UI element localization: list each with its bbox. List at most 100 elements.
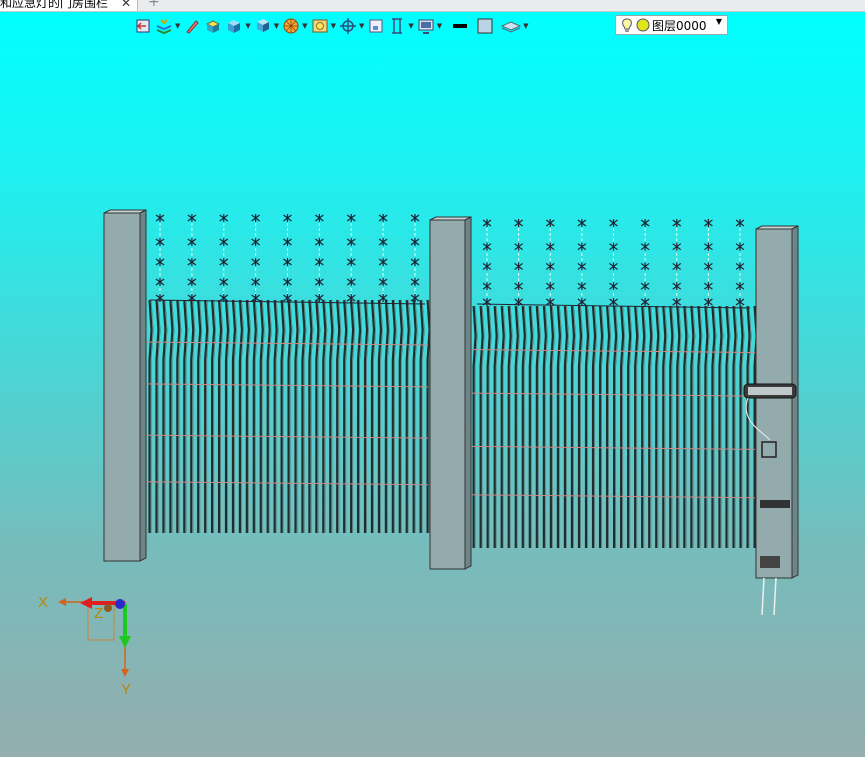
close-icon[interactable]: ✕ [121, 0, 131, 11]
fit-window-button[interactable] [367, 16, 385, 36]
color-swatch-icon [477, 18, 493, 34]
line-weight-button[interactable] [451, 16, 469, 36]
left-barbed-barb [346, 258, 356, 266]
pen-button[interactable] [183, 16, 201, 36]
box-button[interactable] [204, 16, 222, 36]
chevron-down-icon: ▼ [245, 22, 251, 30]
left-barbed-barb [346, 294, 356, 302]
chevron-down-icon: ▼ [408, 22, 414, 30]
chevron-down-icon: ▼ [175, 22, 181, 30]
cube-view-icon [256, 19, 269, 32]
left-barbed-barb [410, 278, 420, 286]
document-tab[interactable]: 和应急灯的门房围栏 ✕ [0, 0, 138, 11]
render-button[interactable]: ▼ [282, 16, 308, 36]
layer-color-icon [636, 18, 650, 32]
left-barbed-barb [251, 238, 260, 246]
x-axis-arrow [58, 598, 66, 606]
layer-select[interactable]: 图层0000 ▼ [615, 15, 728, 35]
right-barbed-barb [704, 242, 713, 251]
cube-icon [228, 20, 241, 33]
left-barbed-barb [219, 214, 229, 222]
left-barbed-barb [283, 258, 292, 266]
picture-frame-button[interactable]: ▼ [311, 16, 336, 36]
right-barbed-barb [704, 262, 713, 271]
origin-marker [104, 604, 112, 612]
chevron-down-icon: ▼ [436, 22, 443, 30]
right-post-side [791, 225, 799, 579]
layer-plane-icon [501, 21, 522, 33]
left-barbed-barb [315, 258, 324, 266]
cube-button[interactable]: ▼ [225, 16, 251, 36]
right-post [755, 228, 793, 579]
picture-frame-icon [312, 19, 328, 33]
left-barbed-barb [346, 278, 356, 286]
y-axis-green-arrow [119, 636, 131, 648]
emergency-light-lens [748, 387, 792, 395]
right-barbed-barb [609, 219, 618, 227]
chevron-down-icon: ▼ [330, 22, 336, 30]
left-barbed-barb [155, 258, 165, 266]
3d-viewport[interactable]: XZY ▼ ▼ ▼ ▼ ▼ ▼ ▼ ▼ ▼ 图层0000 ▼ [0, 12, 865, 757]
color-swatch-button[interactable] [476, 16, 494, 36]
left-barbed-barb [219, 258, 229, 266]
left-barbed-barb [155, 238, 165, 246]
right-barbed-barb [609, 242, 618, 251]
right-barbed-barb [482, 298, 492, 306]
left-barbed-barb [187, 258, 197, 266]
new-tab-icon[interactable]: + [148, 0, 160, 10]
snap-target-button[interactable]: ▼ [339, 16, 364, 36]
document-tab-title: 和应急灯的门房围栏 [0, 0, 109, 10]
terminal-strip [760, 500, 790, 508]
right-barbed-barb [735, 282, 745, 291]
right-barbed-barb [672, 219, 682, 227]
lightbulb-icon [622, 18, 632, 32]
view-toolbar: ▼ ▼ ▼ ▼ ▼ ▼ ▼ ▼ ▼ [134, 15, 529, 37]
left-post-side [139, 209, 147, 562]
right-barbed-barb [672, 262, 682, 271]
chevron-down-icon: ▼ [358, 22, 365, 30]
left-barbed-barb [378, 278, 388, 286]
y-axis-label: Y [121, 681, 131, 698]
right-barbed-barb [704, 298, 713, 306]
left-barbed-barb [155, 294, 165, 302]
fence-model: X Z Y [38, 209, 799, 698]
terminal-block [760, 556, 780, 568]
layers-stack-icon [156, 19, 172, 35]
ground-cable [761, 577, 777, 616]
pen-icon [186, 20, 200, 34]
left-barbed-barb [378, 258, 388, 266]
cube-view-button[interactable]: ▼ [254, 16, 279, 36]
tab-strip: 和应急灯的门房围栏 ✕ + [0, 0, 865, 12]
chevron-down-icon[interactable]: ▼ [716, 17, 722, 26]
left-barbed-barb [251, 278, 260, 286]
right-barbed-barb [577, 219, 587, 227]
left-barbed-barb [187, 238, 197, 246]
right-barbed-barb [577, 262, 587, 271]
right-barbed-barb [514, 262, 523, 271]
chevron-down-icon: ▼ [273, 22, 280, 30]
right-barbed-barb [609, 282, 618, 291]
box-yellow-icon [206, 20, 221, 33]
layer-plane-button[interactable]: ▼ [501, 16, 529, 36]
render-sphere-icon [283, 18, 299, 34]
left-barbed-barb [410, 238, 420, 246]
left-barbed-barb [219, 238, 229, 246]
right-barbed-barb [577, 282, 587, 291]
right-barbed-barb [514, 282, 523, 291]
layers-stack-button[interactable]: ▼ [155, 16, 180, 36]
fit-window-icon [369, 19, 383, 33]
left-barbed-barb [283, 278, 292, 286]
monitor-button[interactable]: ▼ [417, 16, 442, 36]
left-barbed-barb [410, 294, 420, 302]
snap-target-icon [339, 18, 356, 34]
right-barbed-barb [545, 282, 555, 291]
layer-name: 图层0000 [652, 18, 707, 33]
section-button[interactable]: ▼ [388, 16, 414, 36]
right-barbed-barb [609, 262, 618, 271]
left-barbed-barb [410, 258, 420, 266]
window-back-button[interactable] [134, 16, 152, 36]
right-barbed-barb [672, 282, 682, 291]
right-barbed-barb [482, 219, 492, 227]
right-barbed-barb [514, 242, 523, 251]
right-barbed-barb [545, 262, 555, 271]
